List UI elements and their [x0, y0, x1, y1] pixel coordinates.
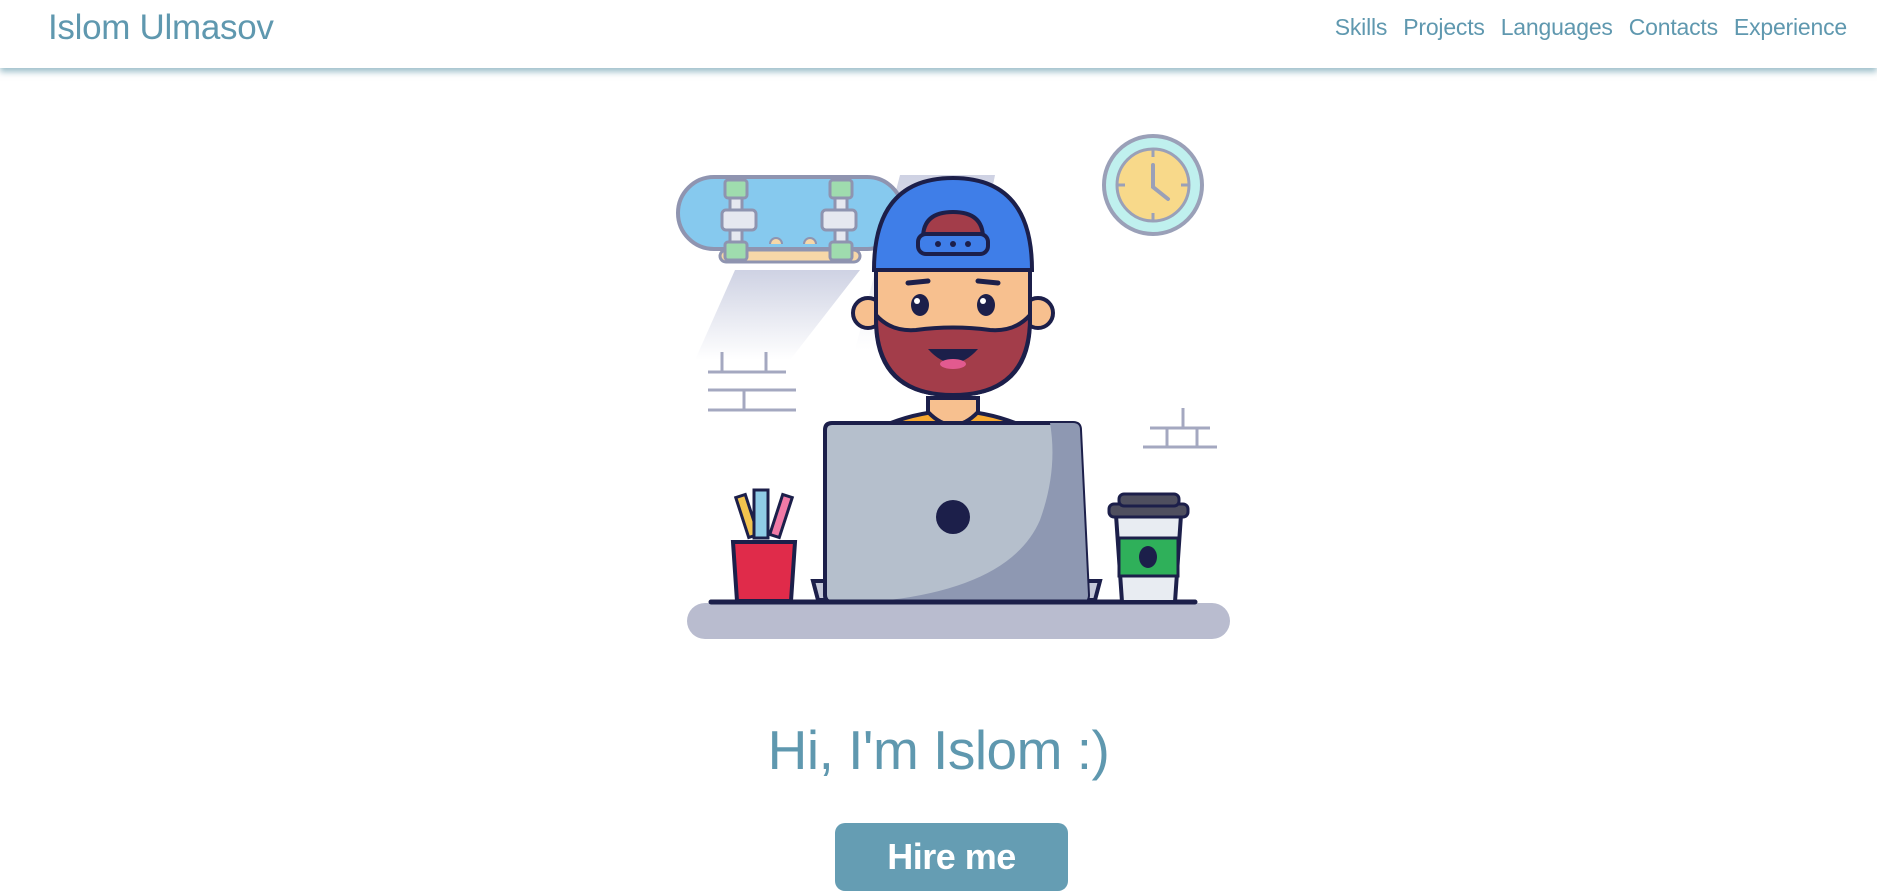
desk	[687, 603, 1230, 639]
nav-menu: Skills Projects Languages Contacts Exper…	[1335, 14, 1847, 41]
nav-link-skills[interactable]: Skills	[1335, 14, 1388, 41]
pencil-holder-icon	[730, 488, 798, 603]
wall-bricks-left	[708, 352, 796, 412]
hire-me-button[interactable]: Hire me	[835, 823, 1068, 891]
hero-title: Hi, I'm Islom :)	[767, 719, 1110, 781]
coffee-cup-icon	[1107, 492, 1190, 604]
navbar: Islom Ulmasov Skills Projects Languages …	[0, 0, 1877, 68]
nav-link-projects[interactable]: Projects	[1403, 14, 1485, 41]
developer-illustration	[670, 120, 1250, 650]
shadow-beam-left	[695, 270, 860, 360]
clock-icon	[1102, 134, 1204, 236]
nav-link-experience[interactable]: Experience	[1734, 14, 1847, 41]
wall-bricks-right	[1143, 408, 1217, 449]
nav-link-languages[interactable]: Languages	[1501, 14, 1613, 41]
nav-link-contacts[interactable]: Contacts	[1629, 14, 1718, 41]
skateboard-icon	[676, 175, 905, 264]
brand-logo-link[interactable]: Islom Ulmasov	[48, 8, 274, 48]
